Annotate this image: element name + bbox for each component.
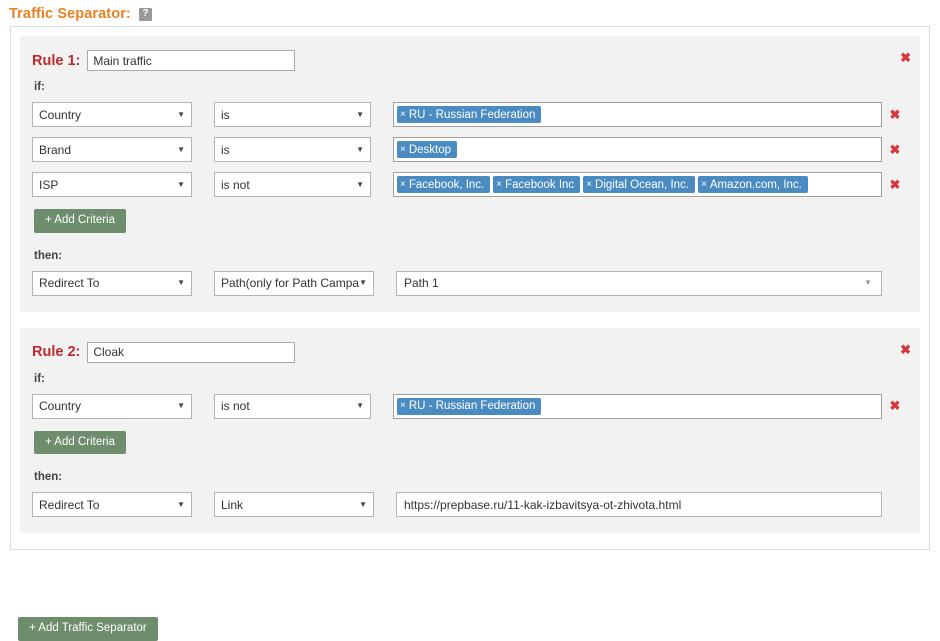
tag-label: Desktop bbox=[409, 144, 451, 156]
rule-panel-1: ✖ Rule 1: if: Country ▼ is ▼ × RU - Russ… bbox=[20, 36, 920, 312]
rule-1-criteria-row-2: Brand ▼ is ▼ × Desktop ✖ bbox=[32, 137, 908, 162]
rule-1-if-label: if: bbox=[34, 81, 908, 93]
rule-2-label: Rule 2: bbox=[32, 344, 80, 360]
tag-remove-icon[interactable]: × bbox=[400, 401, 406, 411]
rule-1-criteria-2-value-tagbox[interactable]: × Desktop bbox=[393, 137, 882, 162]
rule-2-then-row: Redirect To ▼ Link ▼ bbox=[32, 492, 908, 517]
rule-2-add-criteria-button[interactable]: + Add Criteria bbox=[34, 431, 126, 455]
rule-panel-2: ✖ Rule 2: if: Country ▼ is not ▼ × RU - … bbox=[20, 328, 920, 534]
rule-1-criteria-3-operator-select[interactable]: is not ▼ bbox=[214, 172, 371, 197]
tag-remove-icon[interactable]: × bbox=[400, 110, 406, 120]
chevron-down-icon: ▼ bbox=[177, 501, 185, 509]
rule-1-criteria-2-operator-select[interactable]: is ▼ bbox=[214, 137, 371, 162]
rule-1-criteria-row-1: Country ▼ is ▼ × RU - Russian Federation… bbox=[32, 102, 908, 127]
rule-1-target-type-select[interactable]: Path(only for Path Campa ▼ bbox=[214, 271, 374, 296]
delete-rule-1-criteria-3-button[interactable]: ✖ bbox=[882, 177, 908, 193]
page-header: Traffic Separator: ? bbox=[0, 0, 940, 24]
rule-1-criteria-1-value-tagbox[interactable]: × RU - Russian Federation bbox=[393, 102, 882, 127]
tag-item[interactable]: × Facebook, Inc. bbox=[397, 176, 490, 193]
rule-1-header: Rule 1: bbox=[32, 50, 908, 71]
tag-remove-icon[interactable]: × bbox=[496, 180, 502, 190]
rule-1-criteria-3-operator-value: is not bbox=[221, 178, 250, 192]
tag-label: Facebook, Inc. bbox=[409, 179, 484, 191]
rule-1-criteria-1-operator-select[interactable]: is ▼ bbox=[214, 102, 371, 127]
rule-2-criteria-1-operator-value: is not bbox=[221, 399, 250, 413]
tag-label: RU - Russian Federation bbox=[409, 400, 536, 412]
tag-remove-icon[interactable]: × bbox=[586, 180, 592, 190]
tag-remove-icon[interactable]: × bbox=[400, 180, 406, 190]
rule-1-criteria-3-field-value: ISP bbox=[39, 178, 58, 192]
rule-2-add-criteria-wrap: + Add Criteria bbox=[34, 431, 908, 455]
rule-1-criteria-3-value-tagbox[interactable]: × Facebook, Inc. × Facebook Inc × Digita… bbox=[393, 172, 882, 197]
add-traffic-separator-button[interactable]: + Add Traffic Separator bbox=[18, 617, 158, 641]
chevron-down-icon: ▼ bbox=[359, 501, 367, 509]
delete-rule-2-criteria-1-button[interactable]: ✖ bbox=[882, 398, 908, 414]
rule-1-action-value: Redirect To bbox=[39, 276, 99, 290]
chevron-down-icon: ▼ bbox=[177, 402, 185, 410]
rule-2-criteria-1-value-tagbox[interactable]: × RU - Russian Federation bbox=[393, 394, 882, 419]
tag-label: RU - Russian Federation bbox=[409, 109, 536, 121]
rule-2-criteria-1-operator-select[interactable]: is not ▼ bbox=[214, 394, 371, 419]
tag-label: Digital Ocean, Inc. bbox=[595, 179, 689, 191]
rule-2-criteria-row-1: Country ▼ is not ▼ × RU - Russian Federa… bbox=[32, 394, 908, 419]
delete-rule-1-criteria-2-button[interactable]: ✖ bbox=[882, 142, 908, 158]
tag-label: Facebook Inc bbox=[505, 179, 574, 191]
rule-1-destination-select[interactable]: Path 1 ▼ bbox=[396, 271, 882, 296]
chevron-down-icon: ▼ bbox=[177, 111, 185, 119]
tag-item[interactable]: × Amazon.com, Inc. bbox=[698, 176, 808, 193]
rule-1-add-criteria-wrap: + Add Criteria bbox=[34, 209, 908, 233]
chevron-down-icon: ▼ bbox=[177, 279, 185, 287]
rule-2-action-select[interactable]: Redirect To ▼ bbox=[32, 492, 192, 517]
tag-item[interactable]: × Digital Ocean, Inc. bbox=[583, 176, 695, 193]
rule-1-criteria-2-field-select[interactable]: Brand ▼ bbox=[32, 137, 192, 162]
delete-rule-2-button[interactable]: ✖ bbox=[900, 342, 911, 358]
chevron-down-icon: ▼ bbox=[177, 146, 185, 154]
rule-1-criteria-row-3: ISP ▼ is not ▼ × Facebook, Inc. × Facebo… bbox=[32, 172, 908, 197]
tag-remove-icon[interactable]: × bbox=[400, 145, 406, 155]
tag-item[interactable]: × RU - Russian Federation bbox=[397, 106, 541, 123]
tag-item[interactable]: × Facebook Inc bbox=[493, 176, 580, 193]
tag-item[interactable]: × Desktop bbox=[397, 141, 457, 158]
chevron-down-icon: ▼ bbox=[177, 181, 185, 189]
page-title: Traffic Separator: bbox=[9, 6, 131, 22]
rule-1-criteria-3-field-select[interactable]: ISP ▼ bbox=[32, 172, 192, 197]
chevron-down-icon: ▼ bbox=[356, 111, 364, 119]
rule-1-add-criteria-button[interactable]: + Add Criteria bbox=[34, 209, 126, 233]
tag-remove-icon[interactable]: × bbox=[701, 180, 707, 190]
rule-1-name-input[interactable] bbox=[87, 50, 295, 71]
rule-1-destination-value: Path 1 bbox=[404, 276, 439, 290]
rule-2-target-type-select[interactable]: Link ▼ bbox=[214, 492, 374, 517]
rule-1-then-row: Redirect To ▼ Path(only for Path Campa ▼… bbox=[32, 271, 908, 296]
rule-1-criteria-1-field-value: Country bbox=[39, 108, 81, 122]
rule-1-then-label: then: bbox=[34, 250, 908, 262]
delete-rule-1-criteria-1-button[interactable]: ✖ bbox=[882, 107, 908, 123]
traffic-separator-card: ✖ Rule 1: if: Country ▼ is ▼ × RU - Russ… bbox=[10, 26, 930, 550]
rule-2-criteria-1-field-select[interactable]: Country ▼ bbox=[32, 394, 192, 419]
rule-2-target-type-value: Link bbox=[221, 498, 243, 512]
rule-2-if-label: if: bbox=[34, 373, 908, 385]
help-question-icon[interactable]: ? bbox=[139, 8, 152, 21]
rule-2-criteria-1-field-value: Country bbox=[39, 399, 81, 413]
rule-2-name-input[interactable] bbox=[87, 342, 295, 363]
delete-rule-1-button[interactable]: ✖ bbox=[900, 50, 911, 66]
chevron-down-icon: ▼ bbox=[359, 279, 367, 287]
rule-2-then-label: then: bbox=[34, 471, 908, 483]
rule-1-label: Rule 1: bbox=[32, 53, 80, 69]
chevron-down-icon: ▼ bbox=[356, 181, 364, 189]
tag-label: Amazon.com, Inc. bbox=[710, 179, 802, 191]
rule-2-action-value: Redirect To bbox=[39, 498, 99, 512]
rule-1-criteria-2-operator-value: is bbox=[221, 143, 230, 157]
chevron-down-icon: ▼ bbox=[356, 146, 364, 154]
rule-1-action-select[interactable]: Redirect To ▼ bbox=[32, 271, 192, 296]
rule-1-criteria-2-field-value: Brand bbox=[39, 143, 71, 157]
rule-2-header: Rule 2: bbox=[32, 342, 908, 363]
chevron-down-icon: ▼ bbox=[356, 402, 364, 410]
tag-item[interactable]: × RU - Russian Federation bbox=[397, 398, 541, 415]
rule-1-target-type-value: Path(only for Path Campa bbox=[221, 276, 359, 290]
rule-1-criteria-1-field-select[interactable]: Country ▼ bbox=[32, 102, 192, 127]
footer-actions: + Add Traffic Separator bbox=[18, 617, 158, 641]
chevron-down-icon: ▼ bbox=[864, 279, 872, 287]
rule-2-destination-url-input[interactable] bbox=[396, 492, 882, 517]
rule-1-criteria-1-operator-value: is bbox=[221, 108, 230, 122]
